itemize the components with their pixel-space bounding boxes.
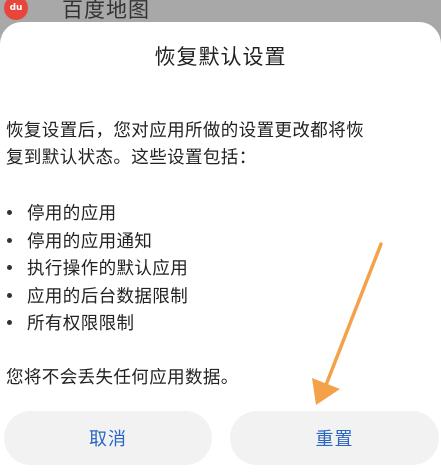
list-item-label: 应用的后台数据限制	[27, 286, 189, 307]
bullet-icon	[7, 265, 12, 271]
restore-defaults-dialog: 恢复默认设置 恢复设置后，您对应用所做的设置更改都将恢 复到默认状态。这些设置包…	[0, 22, 441, 472]
bullet-icon	[7, 237, 12, 243]
list-item-label: 停用的应用通知	[27, 231, 153, 252]
list-item-label: 执行操作的默认应用	[27, 259, 189, 280]
settings-list: 停用的应用 停用的应用通知 执行操作的默认应用 应用的后台数据限制 所有权限限制	[6, 199, 426, 337]
bullet-icon	[7, 292, 12, 298]
app-name: 百度地图	[62, 0, 150, 22]
bullet-icon	[7, 210, 12, 216]
no-data-loss-note: 您将不会丢失任何应用数据。	[6, 368, 239, 388]
list-item: 停用的应用	[6, 199, 426, 227]
bullet-icon	[7, 320, 12, 326]
baidu-map-app-icon: du	[4, 0, 28, 20]
dialog-description: 恢复设置后，您对应用所做的设置更改都将恢 复到默认状态。这些设置包括：	[6, 118, 434, 172]
description-line-1: 恢复设置后，您对应用所做的设置更改都将恢	[6, 121, 364, 141]
list-item: 停用的应用通知	[6, 227, 426, 255]
list-item: 执行操作的默认应用	[6, 254, 426, 282]
background-app-header: du 百度地图	[0, 0, 441, 22]
cancel-button[interactable]: 取消	[4, 411, 212, 465]
list-item: 所有权限限制	[6, 309, 426, 337]
description-line-2: 复到默认状态。这些设置包括：	[6, 148, 257, 168]
dialog-title: 恢复默认设置	[154, 45, 287, 69]
list-item: 应用的后台数据限制	[6, 282, 426, 310]
reset-button[interactable]: 重置	[230, 411, 439, 465]
list-item-label: 所有权限限制	[27, 314, 135, 335]
list-item-label: 停用的应用	[27, 204, 117, 225]
